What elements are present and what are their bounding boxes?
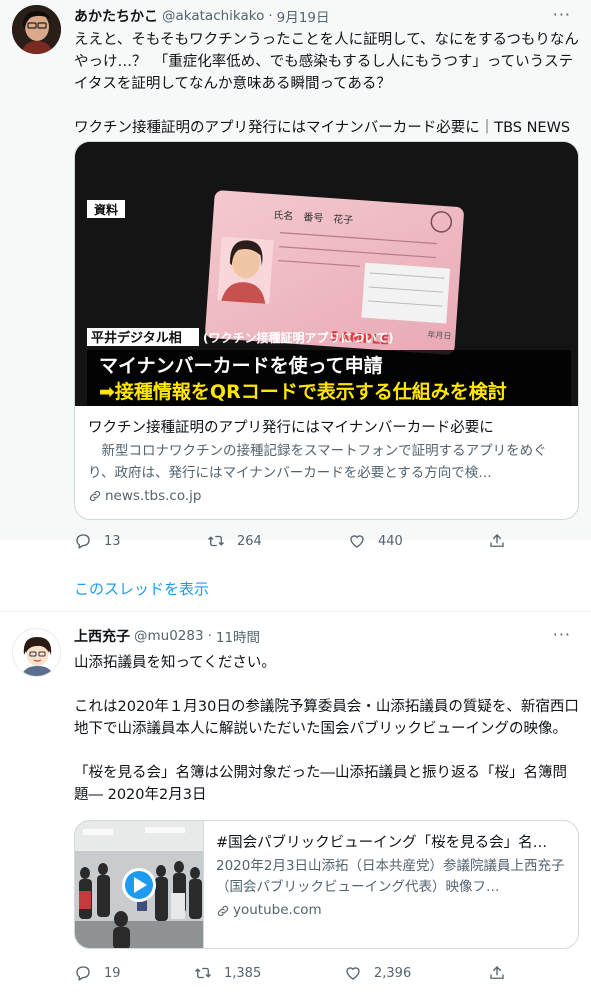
display-name[interactable]: 上西充子 — [74, 626, 130, 646]
caption-speaker: 平井デジタル相 — [91, 330, 182, 346]
card-title: ワクチン接種証明のアプリ発行にはマイナンバーカード必要に — [88, 420, 494, 436]
share-button[interactable] — [488, 532, 506, 550]
avatar-illustration — [13, 629, 60, 676]
user-handle[interactable]: @mu0283 — [134, 628, 204, 644]
retweet-icon — [195, 967, 211, 979]
retweet-button[interactable]: 264 — [207, 532, 348, 550]
timestamp[interactable]: 9月19日 — [277, 6, 330, 26]
retweet-count: 1,385 — [224, 965, 262, 981]
video-thumbnail[interactable] — [75, 821, 204, 948]
tweet-2[interactable]: 上西充子 @mu0283 · 11時間 ··· 山添拓議員を知ってください。 こ… — [0, 612, 591, 1000]
avatar[interactable] — [12, 628, 61, 677]
reply-count: 13 — [104, 533, 121, 549]
like-icon — [346, 967, 360, 980]
tweet-text: 山添拓議員を知ってください。 これは2020年１月30日の参議院予算委員会・山添… — [74, 652, 579, 806]
tweet-text-paragraph: 山添拓議員を知ってください。 — [74, 655, 276, 671]
reply-button[interactable]: 13 — [74, 532, 207, 550]
avatar[interactable] — [12, 5, 61, 54]
tweet-text-paragraph: ええと、そもそもワクチンうったことを人に証明して、なにをするつもりなんやっけ…？… — [74, 32, 579, 92]
like-count: 440 — [378, 533, 403, 549]
card-domain-text: news.tbs.co.jp — [105, 488, 202, 504]
tweet-text-paragraph: これは2020年１月30日の参議院予算委員会・山添拓議員の質疑を、新宿西口地下で… — [74, 699, 579, 737]
crowd-photo — [75, 821, 203, 948]
share-icon — [490, 534, 504, 547]
link-card[interactable]: #国会パブリックビューイング「桜を見る会」名… 2020年2月3日山添拓（日本共… — [74, 820, 579, 949]
card-number-label: 年月日 — [427, 329, 452, 341]
display-name[interactable]: あかたちかこ — [74, 6, 158, 26]
show-thread-link[interactable]: このスレッドを表示 — [74, 578, 209, 599]
caption-line-2: ➡接種情報をQRコードで表示する仕組みを検討 — [99, 380, 507, 403]
share-button[interactable] — [488, 964, 506, 982]
tweet-actions: 13 264 440 — [74, 532, 579, 550]
card-info: ワクチン接種証明のアプリ発行にはマイナンバーカード必要に 新型コロナワクチンの接… — [75, 406, 578, 518]
like-count: 2,396 — [374, 965, 412, 981]
news-screenshot: 年月日 氏名 番号 花子 SAMPLE 資料 平井デジタル相 (ワクチン接種証明… — [75, 142, 578, 406]
card-description: 2020年2月3日山添拓（日本共産党）参議院議員上西充子（国会パブリックビューイ… — [216, 858, 565, 895]
retweet-button[interactable]: 1,385 — [194, 964, 344, 982]
more-options-icon[interactable]: ··· — [553, 5, 571, 24]
avatar-photo — [12, 5, 61, 54]
card-image: 年月日 氏名 番号 花子 SAMPLE 資料 平井デジタル相 (ワクチン接種証明… — [75, 142, 578, 406]
retweet-count: 264 — [237, 533, 262, 549]
card-domain: news.tbs.co.jp — [88, 486, 565, 506]
tweet-text-paragraph: ワクチン接種証明のアプリ発行にはマイナンバーカード必要に｜TBS NEWS — [74, 120, 571, 136]
caption-line-1: マイナンバーカードを使って申請 — [99, 354, 383, 377]
share-icon — [490, 966, 504, 979]
link-icon — [217, 905, 229, 916]
link-card[interactable]: 年月日 氏名 番号 花子 SAMPLE 資料 平井デジタル相 (ワクチン接種証明… — [74, 141, 579, 520]
tweet-actions: 19 1,385 2,396 — [74, 964, 579, 982]
card-title: #国会パブリックビューイング「桜を見る会」名… — [216, 835, 548, 851]
tweet-header: 上西充子 @mu0283 · 11時間 ··· — [74, 625, 581, 647]
tweet-header: あかたちかこ @akatachikako · 9月19日 ··· — [74, 5, 581, 27]
separator-dot: · — [268, 8, 273, 24]
link-icon — [89, 490, 101, 502]
card-domain: youtube.com — [216, 900, 566, 921]
timestamp[interactable]: 11時間 — [216, 626, 260, 646]
source-tag: 資料 — [94, 202, 118, 217]
like-icon — [350, 535, 364, 548]
card-domain-text: youtube.com — [233, 902, 322, 918]
card-info: #国会パブリックビューイング「桜を見る会」名… 2020年2月3日山添拓（日本共… — [204, 821, 578, 948]
caption-topic: (ワクチン接種証明アプリについて) — [203, 330, 394, 345]
more-options-icon[interactable]: ··· — [553, 625, 571, 644]
separator-dot: · — [207, 628, 212, 644]
like-button[interactable]: 440 — [348, 532, 488, 550]
reply-button[interactable]: 19 — [74, 964, 194, 982]
reply-count: 19 — [104, 965, 121, 981]
tweet-1[interactable]: あかたちかこ @akatachikako · 9月19日 ··· ええと、そもそ… — [0, 0, 591, 549]
reply-icon — [76, 966, 90, 981]
card-description: 新型コロナワクチンの接種記録をスマートフォンで証明するアプリをめぐり、政府は、発… — [88, 443, 547, 481]
reply-icon — [76, 534, 90, 549]
retweet-icon — [208, 535, 224, 547]
like-button[interactable]: 2,396 — [344, 964, 488, 982]
user-handle[interactable]: @akatachikako — [162, 8, 264, 24]
tweet-text-paragraph: 「桜を見る会」名簿は公開対象だった―山添拓議員と振り返る「桜」名簿問題― 202… — [74, 765, 567, 803]
tweet-text: ええと、そもそもワクチンうったことを人に証明して、なにをするつもりなんやっけ…？… — [74, 29, 579, 139]
